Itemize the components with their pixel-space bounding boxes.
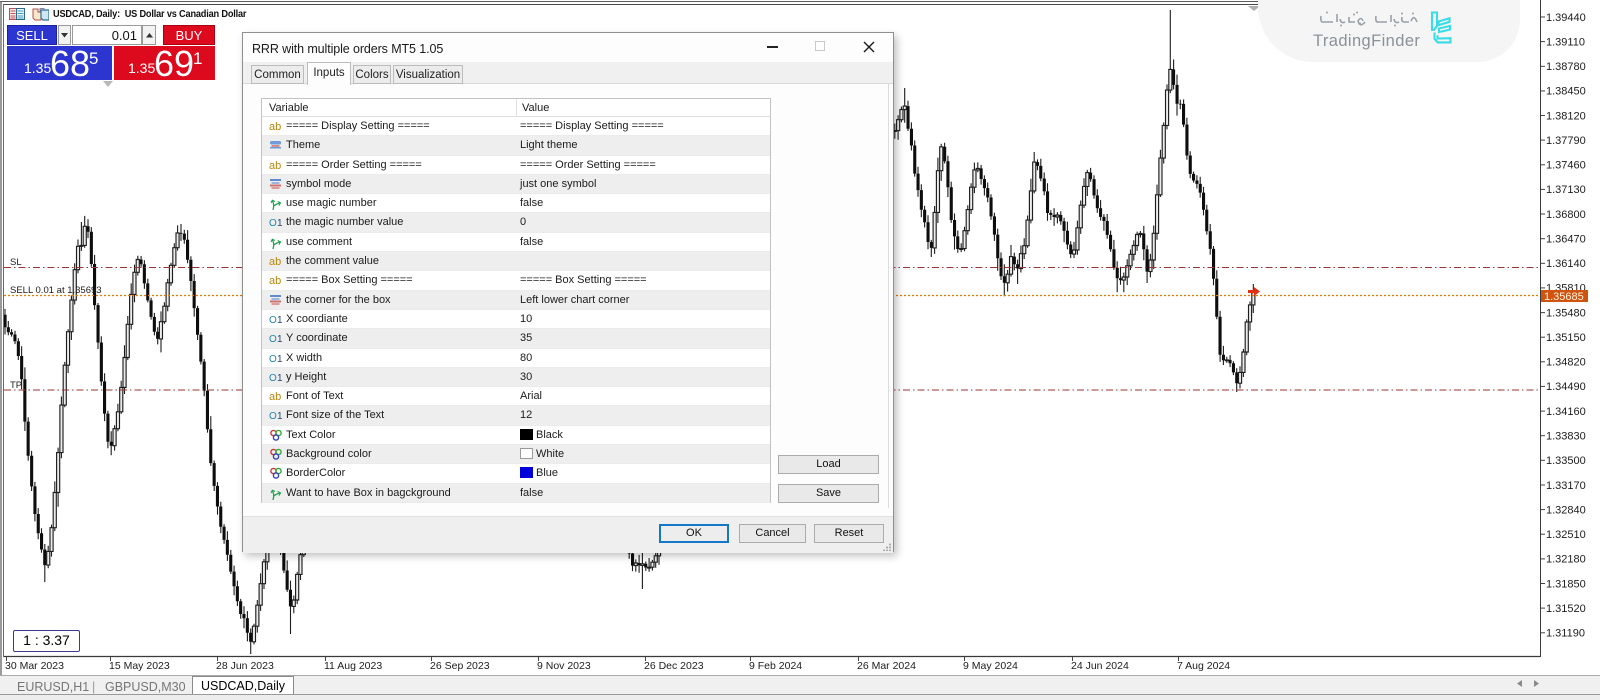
svg-text:1: 1: [277, 373, 283, 383]
svg-text:1.33830: 1.33830: [1546, 431, 1586, 443]
svg-text:ab: ab: [269, 160, 281, 171]
svg-text:1.37790: 1.37790: [1546, 135, 1586, 147]
svg-text:O: O: [269, 411, 277, 421]
svg-text:ab: ab: [269, 391, 281, 402]
svg-text:26 Sep 2023: 26 Sep 2023: [430, 660, 490, 672]
svg-text:1.34820: 1.34820: [1546, 357, 1586, 369]
svg-text:26 Dec 2023: 26 Dec 2023: [644, 660, 704, 672]
svg-text:1.37460: 1.37460: [1546, 160, 1586, 172]
svg-text:1.38450: 1.38450: [1546, 86, 1586, 98]
svg-text:1.31190: 1.31190: [1546, 628, 1585, 640]
svg-text:1.36800: 1.36800: [1546, 209, 1586, 221]
svg-text:1: 1: [277, 334, 283, 344]
svg-text:1.35150: 1.35150: [1546, 332, 1586, 344]
svg-text:1.36470: 1.36470: [1546, 234, 1586, 246]
svg-text:11 Aug 2023: 11 Aug 2023: [324, 660, 382, 672]
svg-text:ab: ab: [269, 275, 281, 286]
svg-text:1.32510: 1.32510: [1546, 529, 1586, 541]
svg-text:1.33170: 1.33170: [1546, 480, 1586, 492]
svg-text:26 Mar 2024: 26 Mar 2024: [857, 660, 916, 672]
svg-text:SELL 0.01 at 1.35693: SELL 0.01 at 1.35693: [10, 285, 102, 296]
svg-text:1.38780: 1.38780: [1546, 61, 1586, 73]
svg-text:28 Jun 2023: 28 Jun 2023: [216, 660, 274, 672]
svg-text:O: O: [269, 315, 277, 325]
svg-text:1.34160: 1.34160: [1546, 406, 1586, 418]
svg-text:O: O: [269, 334, 277, 344]
svg-text:9 Nov 2023: 9 Nov 2023: [537, 660, 591, 672]
svg-text:1.35480: 1.35480: [1546, 307, 1586, 319]
svg-text:1.36140: 1.36140: [1546, 258, 1586, 270]
svg-text:1.39440: 1.39440: [1546, 12, 1586, 24]
svg-text:1.38120: 1.38120: [1546, 110, 1586, 122]
svg-text:1: 1: [277, 218, 283, 228]
svg-text:1: 1: [277, 315, 283, 325]
svg-text:ab: ab: [269, 121, 281, 132]
svg-text:1: 1: [277, 411, 283, 421]
svg-text:24 Jun 2024: 24 Jun 2024: [1071, 660, 1129, 672]
svg-text:7 Aug 2024: 7 Aug 2024: [1177, 660, 1230, 672]
svg-text:1.32840: 1.32840: [1546, 504, 1586, 516]
svg-text:15 May 2023: 15 May 2023: [109, 660, 170, 672]
svg-text:1.32180: 1.32180: [1546, 554, 1586, 566]
svg-text:1: 1: [277, 354, 283, 364]
svg-text:30 Mar 2023: 30 Mar 2023: [5, 660, 64, 672]
svg-text:TP: TP: [10, 380, 22, 391]
svg-text:1.31520: 1.31520: [1546, 603, 1586, 615]
svg-text:1.39110: 1.39110: [1546, 36, 1585, 48]
svg-text:1.34490: 1.34490: [1546, 381, 1586, 393]
svg-text:ab: ab: [269, 256, 281, 267]
svg-text:1.35685: 1.35685: [1544, 291, 1584, 303]
svg-text:9 Feb 2024: 9 Feb 2024: [749, 660, 802, 672]
svg-text:1.31850: 1.31850: [1546, 578, 1586, 590]
svg-text:O: O: [269, 218, 277, 228]
svg-text:1.37130: 1.37130: [1546, 184, 1586, 196]
svg-text:O: O: [269, 373, 277, 383]
svg-text:1.33500: 1.33500: [1546, 455, 1586, 467]
svg-text:O: O: [269, 354, 277, 364]
svg-text:9 May 2024: 9 May 2024: [963, 660, 1018, 672]
svg-text:SL: SL: [10, 257, 22, 268]
